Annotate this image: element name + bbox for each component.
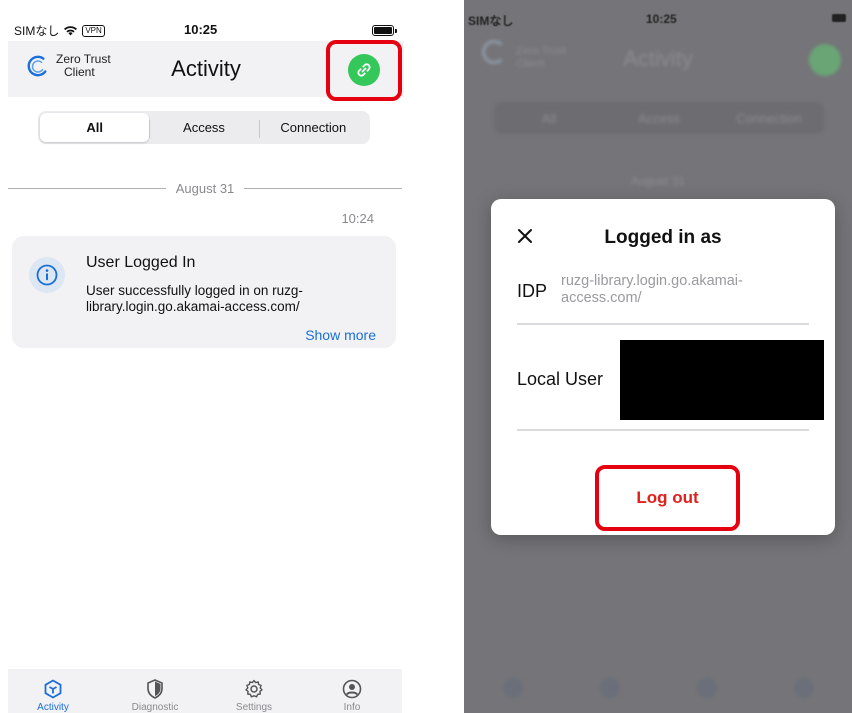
link-icon-dimmed: [809, 44, 841, 76]
carrier-label: SIMなし: [14, 24, 60, 38]
divider: [517, 429, 809, 431]
gear-icon-dimmed: [696, 678, 717, 698]
person-icon: [342, 679, 362, 699]
redacted-local-user-value: [620, 340, 824, 420]
battery-icon: [372, 25, 397, 36]
tab-diagnostic-label: Diagnostic: [131, 702, 179, 713]
separator-line-left: [8, 187, 166, 189]
link-icon: [357, 63, 371, 77]
divider: [517, 323, 809, 325]
info-icon: [29, 257, 65, 293]
activity-filter-segmented-control: All Access Connection: [38, 111, 370, 144]
logout-button[interactable]: Log out: [599, 469, 736, 527]
nav-bar: Zero Trust Client Activity: [8, 40, 404, 101]
show-more-link[interactable]: Show more: [305, 327, 376, 343]
bottom-tab-bar: Activity Diagnostic Settings Info: [8, 669, 402, 713]
segment-connection[interactable]: Connection: [258, 113, 368, 142]
status-time: 10:25: [184, 22, 218, 37]
logged-in-dialog-screen: SIMなし 10:25 Zero Trust Client Activity A…: [464, 0, 852, 713]
segment-connection-dimmed: Connection: [736, 110, 802, 126]
tab-settings[interactable]: Settings: [219, 679, 289, 713]
tab-settings-label: Settings: [235, 702, 273, 713]
tab-activity-label: Activity: [37, 702, 69, 713]
local-user-label: Local User: [517, 369, 604, 389]
tab-info-label: Info: [343, 702, 361, 713]
activity-icon-dimmed: [502, 678, 523, 698]
status-bar: SIMなし VPN 10:25: [0, 18, 412, 42]
date-header-dimmed: August 31: [630, 174, 686, 188]
carrier-indicator: SIMなし VPN: [14, 22, 105, 39]
date-separator: August 31: [8, 178, 403, 198]
segment-all-dimmed: All: [541, 110, 557, 126]
entry-description: User successfully logged in on ruzg-libr…: [86, 283, 303, 314]
dialog-title: Logged in as: [604, 227, 722, 248]
activity-screen: SIMなし VPN 10:25 Zero Trust Client Activi…: [0, 0, 412, 713]
segment-access-dimmed: Access: [638, 110, 680, 126]
shield-icon-dimmed: [599, 678, 620, 698]
segment-all[interactable]: All: [40, 113, 150, 142]
page-title-dimmed: Activity: [623, 46, 693, 71]
segmented-control-dimmed: All Access Connection: [494, 102, 824, 134]
gear-icon: [245, 679, 263, 698]
wifi-icon: [64, 26, 78, 36]
date-header: August 31: [175, 180, 235, 196]
entry-timestamp: 10:24: [341, 211, 374, 226]
separator-line-right: [244, 187, 403, 189]
shield-icon: [147, 679, 163, 699]
activity-entry-card[interactable]: User Logged In User successfully logged …: [12, 236, 396, 348]
vpn-badge: VPN: [82, 24, 105, 37]
tab-activity[interactable]: Activity: [18, 679, 88, 713]
tab-bar-dimmed: [464, 678, 852, 708]
idp-label: IDP: [517, 281, 548, 301]
entry-title: User Logged In: [86, 254, 196, 271]
activity-icon: [44, 679, 62, 699]
tab-diagnostic[interactable]: Diagnostic: [120, 679, 190, 713]
logged-in-as-dialog: Logged in as IDP ruzg-library.login.go.a…: [491, 199, 835, 535]
idp-value: ruzg-library.login.go.akamai-access.com/: [561, 273, 743, 306]
info-circle-icon: [36, 264, 58, 286]
connection-link-button[interactable]: [348, 54, 380, 86]
person-icon-dimmed: [793, 678, 814, 698]
segment-access[interactable]: Access: [149, 113, 258, 142]
tab-info[interactable]: Info: [317, 679, 387, 713]
